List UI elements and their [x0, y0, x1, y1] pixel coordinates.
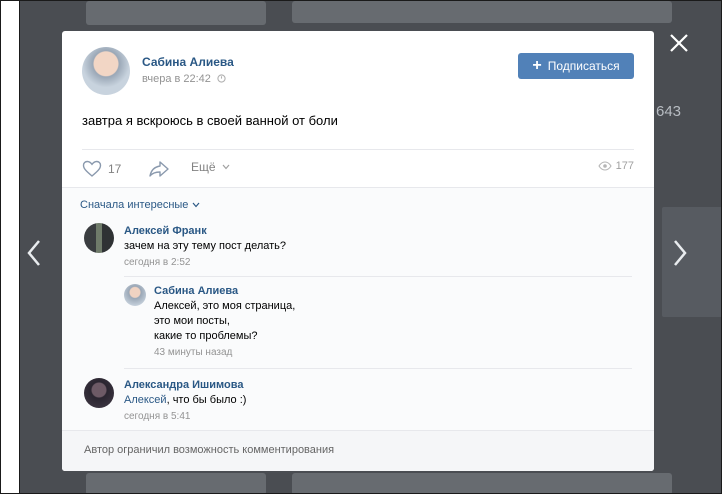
comment-text-rest: , что бы было :): [166, 394, 247, 406]
eye-icon: [597, 161, 612, 171]
screenshot-frame: 643 Сабина Алиева вчера в 22:42 + Подпис…: [0, 0, 722, 494]
chevron-down-icon: [222, 164, 230, 170]
comment-avatar[interactable]: [84, 223, 114, 253]
comment-author[interactable]: Алексей Франк: [124, 225, 286, 237]
comment-divider: [124, 276, 632, 277]
comment-author[interactable]: Александра Ишимова: [124, 379, 246, 391]
post-actions-bar: 17 Ещё 177: [82, 149, 634, 184]
comment-line: это мои посты,: [154, 315, 230, 327]
comment-avatar[interactable]: [84, 378, 114, 408]
comment-text: зачем на эту тему пост делать?: [124, 240, 287, 252]
chevron-down-icon: [192, 202, 200, 208]
comment-line: какие то проблемы?: [154, 330, 258, 342]
bg-photo: [662, 207, 721, 317]
reply-avatar[interactable]: [124, 284, 146, 306]
like-button[interactable]: 17: [82, 160, 121, 178]
post-text: завтра я вскроюсь в своей ванной от боли: [82, 113, 338, 128]
views-counter: 177: [597, 160, 634, 172]
comment-time[interactable]: сегодня в 5:41: [124, 411, 246, 422]
subscribe-label: Подписаться: [547, 59, 620, 73]
bg-card: [86, 473, 266, 493]
bg-card: [292, 473, 672, 493]
close-icon: [670, 34, 688, 52]
comments-closed-notice: Автор ограничил возможность комментирова…: [62, 430, 654, 471]
comment-time[interactable]: 43 минуты назад: [154, 347, 295, 358]
comments-section: Сначала интересные Алексей Франк зачем н…: [62, 187, 654, 471]
post-modal: Сабина Алиева вчера в 22:42 + Подписатьс…: [62, 31, 654, 471]
comments-closed-text: Автор ограничил возможность комментирова…: [84, 444, 335, 456]
reply-comment: Сабина Алиева Алексей, это моя страница,…: [154, 285, 295, 358]
comments-sort-label: Сначала интересные: [80, 199, 189, 211]
comment-text: Алексей, что бы было :): [124, 393, 246, 408]
bg-stat-number: 643: [656, 103, 682, 120]
comment: Алексей Франк зачем на эту тему пост дел…: [124, 225, 286, 268]
comments-sort-dropdown[interactable]: Сначала интересные: [80, 199, 200, 211]
subscribe-button[interactable]: + Подписаться: [518, 53, 634, 79]
post-time[interactable]: вчера в 22:42: [142, 73, 226, 85]
chevron-left-icon: [27, 240, 40, 266]
plus-icon: +: [532, 57, 542, 74]
more-button[interactable]: Ещё: [191, 160, 230, 174]
comment: Александра Ишимова Алексей, что бы было …: [124, 379, 246, 422]
bg-card: [86, 1, 266, 25]
comment-mention-link[interactable]: Алексей: [124, 394, 167, 406]
bg-card: [292, 1, 672, 23]
more-label: Ещё: [191, 160, 216, 174]
comment-time[interactable]: сегодня в 2:52: [124, 257, 286, 268]
chevron-right-icon: [674, 240, 687, 266]
next-post-arrow[interactable]: [672, 239, 688, 267]
comment-author[interactable]: Сабина Алиева: [154, 285, 295, 297]
comment-line: Алексей, это моя страница,: [154, 300, 296, 312]
heart-icon: [82, 160, 102, 177]
post-time-label: вчера в 22:42: [142, 73, 211, 85]
author-name[interactable]: Сабина Алиева: [142, 55, 234, 69]
share-arrow-icon: [149, 161, 169, 177]
views-count: 177: [615, 160, 634, 172]
clock-icon: [217, 74, 226, 83]
comment-text: Алексей, это моя страница, это мои посты…: [154, 299, 295, 344]
close-button[interactable]: [667, 31, 691, 55]
author-avatar[interactable]: [82, 47, 130, 95]
post-header: Сабина Алиева вчера в 22:42 + Подписатьс…: [82, 47, 634, 97]
prev-post-arrow[interactable]: [26, 239, 42, 267]
share-button[interactable]: [148, 160, 170, 178]
left-margin: [1, 1, 20, 493]
like-count: 17: [108, 162, 122, 176]
comment-divider: [124, 368, 632, 369]
